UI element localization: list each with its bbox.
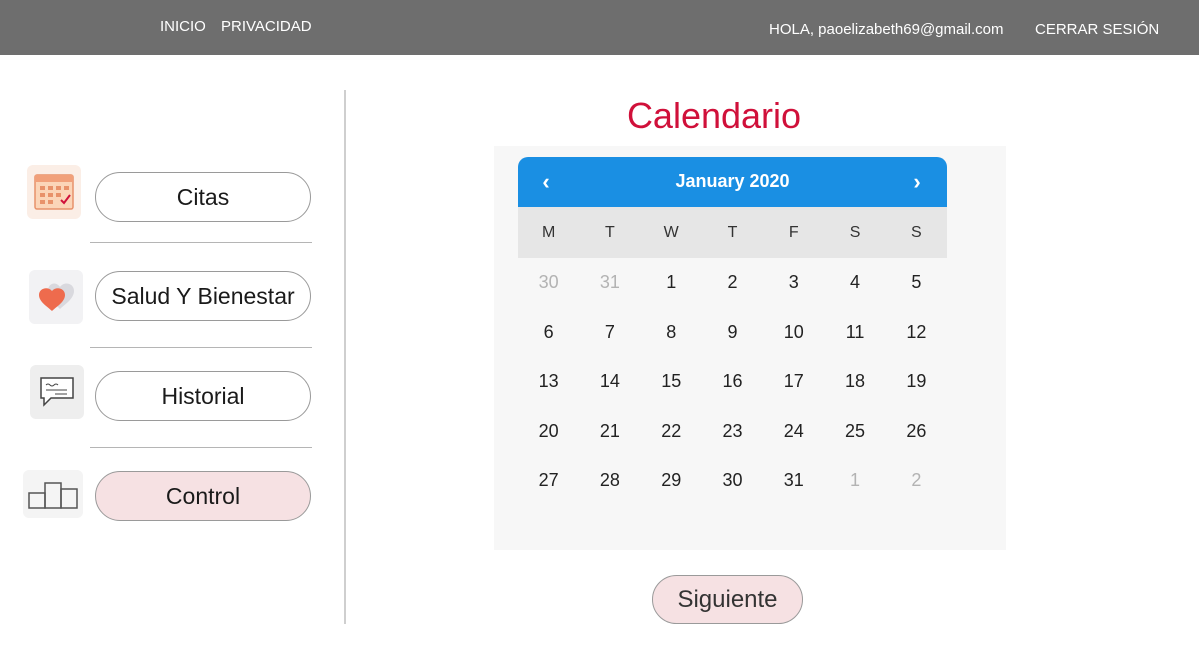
calendar-day[interactable]: 19 <box>886 357 947 407</box>
weekday-label: T <box>605 224 615 241</box>
weekday-label: W <box>663 224 679 241</box>
sidebar-item-citas[interactable]: Citas <box>95 172 311 222</box>
weekday-header: M T W T F S S <box>518 207 947 258</box>
weekday-label: M <box>541 224 556 241</box>
siguiente-button[interactable]: Siguiente <box>652 575 803 624</box>
calendar-day[interactable]: 14 <box>579 357 640 407</box>
calendar-day[interactable]: 30 <box>518 258 579 308</box>
menu-divider <box>90 242 312 243</box>
calendar-day[interactable]: 13 <box>518 357 579 407</box>
calendar-day[interactable]: 28 <box>579 456 640 506</box>
weekday-label: S <box>849 224 861 241</box>
calendar-day[interactable]: 23 <box>702 407 763 457</box>
calendar-day[interactable]: 31 <box>763 456 824 506</box>
nav-privacy-link[interactable]: PRIVACIDAD <box>221 18 312 35</box>
menu-divider <box>90 447 312 448</box>
nav-home-link[interactable]: INICIO <box>160 18 206 35</box>
user-greeting: HOLA, paoelizabeth69@gmail.com <box>769 21 1004 38</box>
calendar-day[interactable]: 2 <box>886 456 947 506</box>
calendar-day[interactable]: 26 <box>886 407 947 457</box>
sidebar-item-historial[interactable]: Historial <box>95 371 311 421</box>
calendar-day[interactable]: 12 <box>886 308 947 358</box>
message-icon <box>30 365 84 419</box>
sidebar-item-salud[interactable]: Salud Y Bienestar <box>95 271 311 321</box>
calendar-day[interactable]: 4 <box>824 258 885 308</box>
calendar-day[interactable]: 24 <box>763 407 824 457</box>
calendar-day[interactable]: 27 <box>518 456 579 506</box>
calendar-header: ‹ January 2020 › <box>518 157 947 207</box>
page-title: Calendario <box>626 95 802 136</box>
podium-icon <box>23 470 83 518</box>
calendar-day[interactable]: 21 <box>579 407 640 457</box>
calendar-day[interactable]: 6 <box>518 308 579 358</box>
vertical-divider <box>344 90 346 624</box>
logout-link[interactable]: CERRAR SESIÓN <box>1035 21 1159 38</box>
calendar-day[interactable]: 17 <box>763 357 824 407</box>
weekday-label: F <box>788 224 799 241</box>
calendar-day[interactable]: 30 <box>702 456 763 506</box>
calendar-day[interactable]: 7 <box>579 308 640 358</box>
calendar-day[interactable]: 5 <box>886 258 947 308</box>
calendar-day[interactable]: 8 <box>641 308 702 358</box>
calendar-day[interactable]: 10 <box>763 308 824 358</box>
heart-icon <box>29 270 83 324</box>
sidebar-item-control[interactable]: Control <box>95 471 311 521</box>
calendar-day[interactable]: 31 <box>579 258 640 308</box>
calendar-day[interactable]: 11 <box>824 308 885 358</box>
calendar-day[interactable]: 16 <box>702 357 763 407</box>
weekday-label: T <box>727 224 738 241</box>
menu-divider <box>90 347 312 348</box>
calendar-icon <box>27 165 81 219</box>
calendar-day[interactable]: 1 <box>824 456 885 506</box>
calendar-day[interactable]: 18 <box>824 357 885 407</box>
calendar-day[interactable]: 22 <box>641 407 702 457</box>
next-month-button[interactable]: › <box>905 169 929 195</box>
calendar-day[interactable]: 1 <box>641 258 702 308</box>
calendar-day[interactable]: 29 <box>641 456 702 506</box>
calendar-day[interactable]: 15 <box>641 357 702 407</box>
top-navbar: INICIO PRIVACIDAD HOLA, paoelizabeth69@g… <box>0 0 1199 55</box>
calendar-day[interactable]: 25 <box>824 407 885 457</box>
weekday-label: S <box>910 224 922 241</box>
calendar-day[interactable]: 2 <box>702 258 763 308</box>
calendar-day[interactable]: 20 <box>518 407 579 457</box>
calendar-day-grid: 30 31 1 2 3 4 5 6 7 8 9 10 11 12 13 14 15 16 17 18 19 20 21 22 2… <box>518 258 947 506</box>
calendar-day[interactable]: 9 <box>702 308 763 358</box>
calendar-day[interactable]: 3 <box>763 258 824 308</box>
calendar-month-label: January 2020 <box>675 171 790 191</box>
